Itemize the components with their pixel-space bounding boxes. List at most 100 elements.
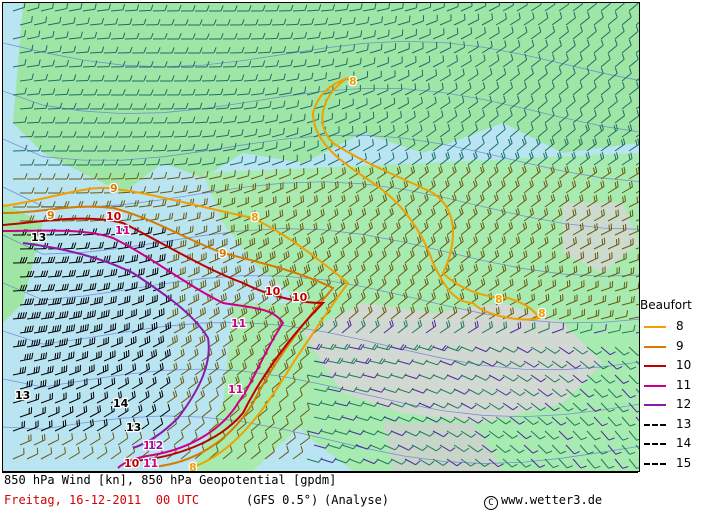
legend-swatch: [644, 404, 666, 406]
contour-label: 8: [349, 75, 357, 88]
wind-barb-feather: [442, 55, 445, 62]
wind-barb-feather: [103, 311, 105, 318]
legend-swatch: [644, 345, 666, 348]
wind-barb-feather: [311, 99, 313, 106]
wind-barb-icon: [89, 51, 103, 54]
wind-barb-feather: [110, 297, 113, 304]
wind-barb-feather: [610, 223, 613, 230]
wind-barb-feather: [108, 309, 110, 316]
wind-barb-feather: [52, 365, 54, 372]
contour-label: 10: [265, 285, 281, 298]
wind-barb-feather: [115, 295, 117, 302]
contour-label: 11: [143, 457, 158, 470]
contour-label: 11: [115, 224, 130, 237]
wind-barb-feather: [339, 71, 341, 78]
wind-barb-icon: [75, 219, 89, 222]
wind-barb-feather: [26, 381, 29, 388]
wind-barb-feather: [276, 141, 278, 148]
wind-barb-feather: [165, 323, 167, 330]
run-type: (Analyse): [324, 493, 390, 507]
legend-swatch: [644, 443, 666, 445]
wind-barb-feather: [217, 198, 220, 205]
wind-barb-feather: [47, 367, 49, 374]
wind-barb-feather: [559, 266, 561, 273]
wind-barb-feather: [218, 279, 221, 286]
wind-barb-feather: [195, 294, 198, 301]
wind-barb-icon: [292, 9, 306, 12]
wind-barb-feather: [167, 322, 170, 329]
wind-barb-feather: [49, 366, 52, 373]
copyright-icon: C: [484, 496, 498, 510]
wind-barb-feather: [615, 210, 617, 217]
map-canvas: 888889991010101011111111111213131314: [3, 3, 639, 471]
wind-barb-feather: [274, 223, 277, 230]
wind-barb-feather: [85, 405, 88, 412]
model-name: (GFS 0.5°): [246, 493, 319, 507]
wind-barb-feather: [304, 113, 306, 120]
wind-barb-feather: [249, 239, 251, 246]
wind-barb-feather: [580, 252, 583, 259]
wind-barb-feather: [251, 238, 254, 245]
contour-label: 9: [219, 247, 227, 260]
wind-barb-feather: [608, 224, 611, 231]
wind-barb-feather: [105, 310, 108, 317]
wind-barb-feather: [197, 293, 200, 300]
contour-label: 9: [110, 182, 118, 195]
wind-barb-feather: [162, 335, 165, 342]
contour-label: 14: [113, 397, 129, 410]
wind-barb-feather: [139, 350, 142, 357]
weather-chart: 8 8 8 8 8 9 9 9 10 10 10 10 11 11 11 11 11 12 13 13 13 14 Bea…: [0, 0, 704, 513]
wind-barb-feather: [161, 254, 164, 261]
wind-barb-feather: [421, 69, 424, 76]
wind-barb-feather: [77, 338, 80, 345]
wind-barb-feather: [307, 182, 310, 189]
contour-label: 11: [228, 383, 243, 396]
wind-barb-feather: [531, 294, 533, 301]
wind-barb-feather: [629, 210, 632, 217]
wind-barb-feather: [554, 279, 557, 286]
contour-label: 10: [124, 457, 140, 470]
wind-barb-feather: [143, 267, 145, 274]
legend-swatch: [644, 462, 666, 465]
wind-barb-feather: [192, 225, 194, 232]
legend-label: 14: [676, 436, 692, 450]
contour-label: 10: [292, 291, 308, 304]
wind-barb-icon: [271, 23, 285, 26]
wind-barb-feather: [80, 325, 82, 332]
wind-barb-icon: [68, 233, 82, 236]
beaufort-legend: Beaufort 8 9 10 11 12 13 14 15: [640, 298, 702, 478]
wind-barb-feather: [416, 3, 418, 8]
legend-swatch: [644, 423, 666, 426]
contour-label: 9: [47, 209, 55, 222]
wind-barb-feather: [164, 253, 166, 260]
wind-barb-feather: [168, 240, 171, 247]
wind-barb-feather: [636, 196, 639, 203]
contour-label: 13: [31, 231, 46, 244]
wind-barb-feather: [80, 337, 82, 344]
wind-barb-feather: [302, 195, 305, 202]
wind-barb-icon: [26, 121, 40, 124]
legend-item-bf12: 12: [642, 396, 702, 414]
wind-barb-feather: [617, 209, 620, 216]
wind-barb-icon: [110, 37, 124, 40]
copyright-text: www.wetter3.de: [501, 493, 603, 507]
wind-barb-feather: [225, 265, 228, 272]
wind-barb-feather: [386, 111, 389, 118]
wind-barb-feather: [159, 255, 161, 262]
wind-barb-icon: [117, 23, 131, 26]
contour-label: 12: [148, 439, 163, 452]
copyright: Cwww.wetter3.de: [484, 493, 602, 510]
chart-title: 850 hPa Wind [kn], 850 hPa Geopotential …: [4, 473, 337, 487]
wind-barb-feather: [196, 212, 199, 219]
wind-barb-feather: [358, 139, 361, 146]
wind-barb-feather: [171, 239, 173, 246]
wind-barb-feather: [395, 15, 397, 22]
wind-barb-feather: [134, 363, 137, 370]
wind-barb-feather: [160, 336, 163, 343]
wind-barb-feather: [246, 251, 249, 258]
wind-barb-feather: [221, 267, 223, 274]
wind-map: 8 8 8 8 8 9 9 9 10 10 10 10 11 11 11 11 11 12 13 13 13 14: [2, 2, 640, 472]
legend-swatch: [644, 326, 666, 328]
wind-barb-feather: [253, 237, 256, 244]
wind-barb-feather: [367, 43, 369, 50]
